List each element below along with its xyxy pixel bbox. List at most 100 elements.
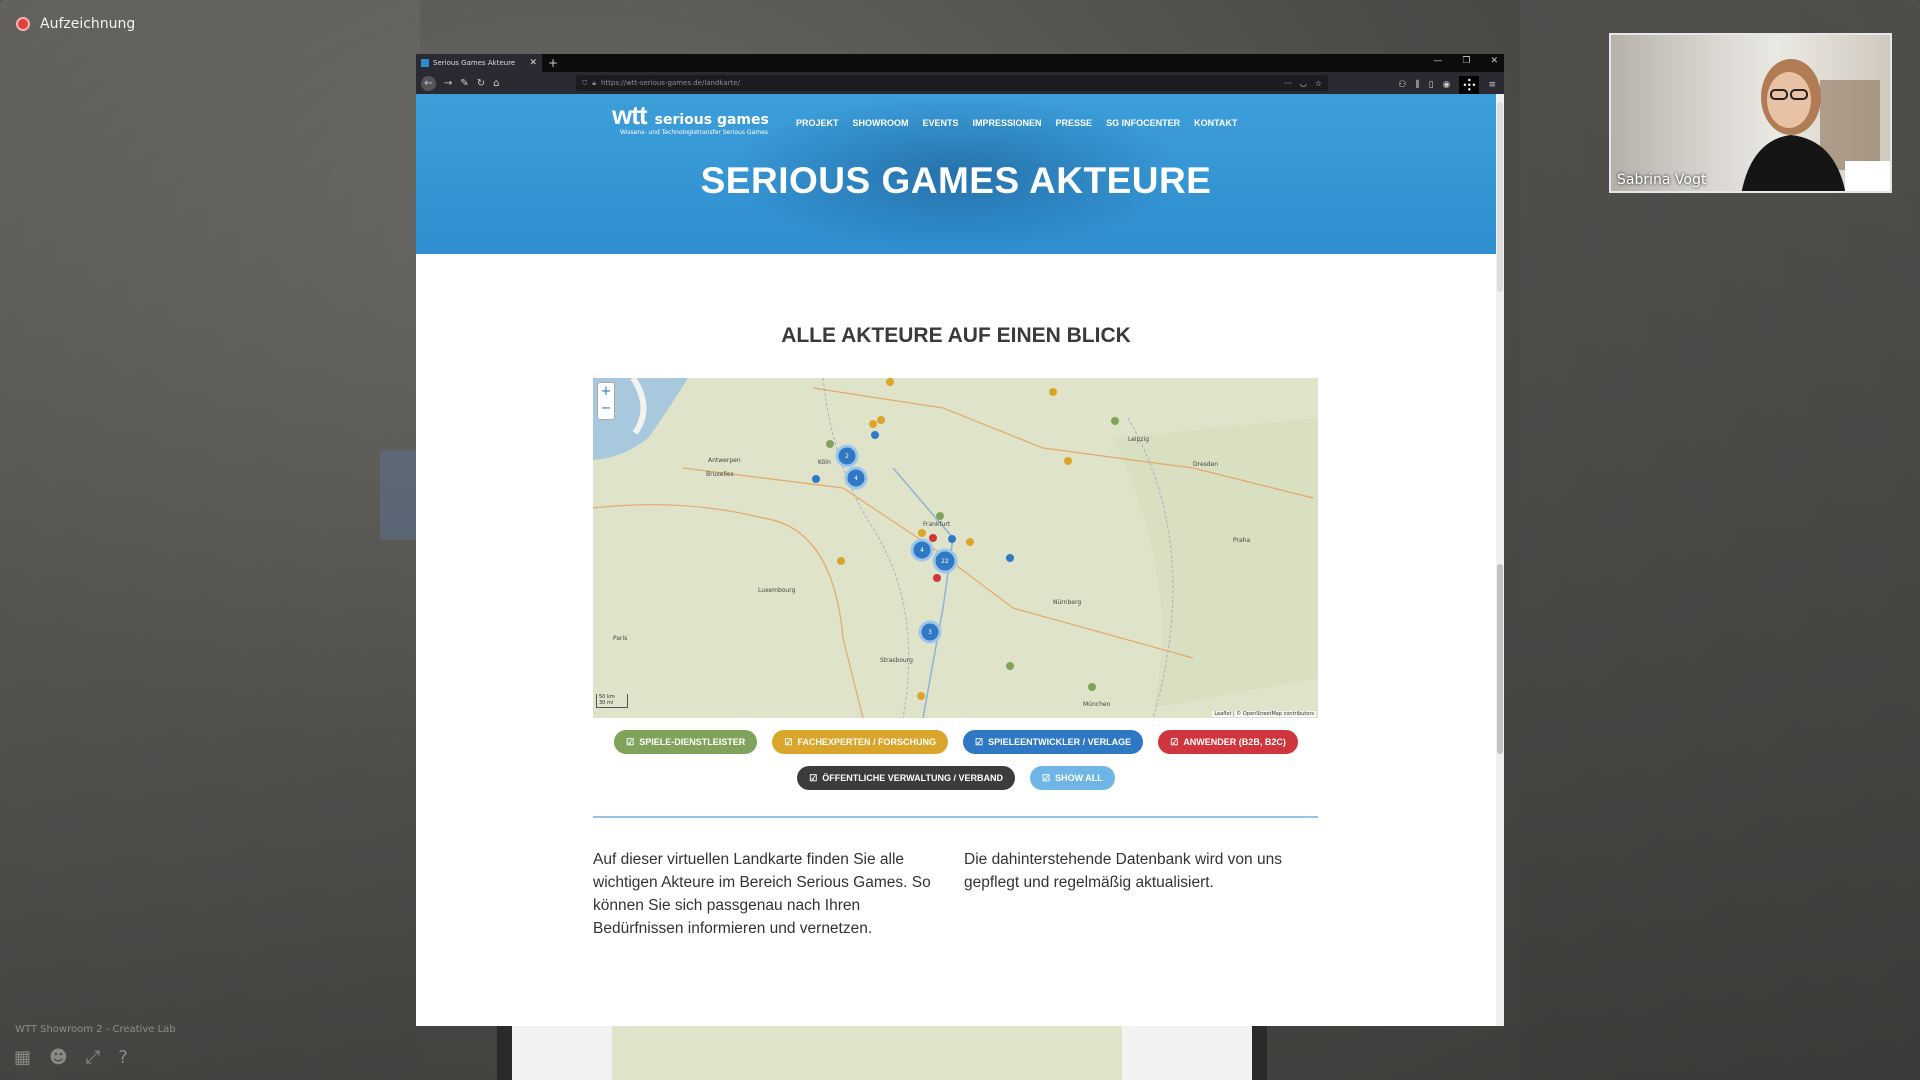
filter-fachexperten[interactable]: ☑ FACHEXPERTEN / FORSCHUNG [772, 730, 948, 754]
map-pin[interactable] [1006, 554, 1014, 562]
zoom-out-button[interactable]: − [598, 400, 614, 417]
map-pin[interactable] [812, 475, 820, 483]
city-label: Dresden [1193, 461, 1218, 468]
close-icon[interactable]: ✕ [529, 58, 537, 68]
map-pin[interactable] [917, 692, 925, 700]
map-pin[interactable] [1006, 662, 1014, 670]
window-close-icon[interactable]: ✕ [1490, 56, 1498, 66]
forward-icon[interactable]: → [444, 78, 452, 89]
room-label: WTT Showroom 2 - Creative Lab [15, 1024, 176, 1035]
menu-item-impressionen[interactable]: IMPRESSIONEN [973, 118, 1042, 128]
scrollbar-thumb[interactable] [1497, 564, 1503, 754]
map-markers [812, 378, 1119, 700]
lock-icon: 🔒︎ [592, 78, 596, 87]
filter-spieleentwickler[interactable]: ☑ SPIELEENTWICKLER / VERLAGE [963, 730, 1144, 754]
menu-item-projekt[interactable]: PROJEKT [796, 118, 839, 128]
city-label: München [1083, 701, 1111, 708]
city-label: Antwerpen [708, 457, 741, 464]
menu-item-kontakt[interactable]: KONTAKT [1194, 118, 1237, 128]
map-pin[interactable] [929, 534, 937, 542]
home-icon[interactable]: ⌂ [493, 78, 499, 89]
navigation-bar: ← → ✎ ↻ ⌂ ⛉ 🔒︎ https://wtt-serious-games… [416, 72, 1504, 94]
map-pin[interactable] [936, 512, 944, 520]
more-icon[interactable]: ··· [1284, 79, 1292, 88]
city-label: Nürnberg [1053, 599, 1081, 606]
bookmark-star-icon[interactable]: ☆ [1315, 79, 1322, 88]
map-pin[interactable] [877, 416, 885, 424]
city-label: Luxembourg [758, 587, 796, 594]
menu-item-showroom[interactable]: SHOWROOM [853, 118, 909, 128]
actor-map[interactable]: Leipzig Dresden Praha Paris Nürnberg Mün… [593, 378, 1318, 718]
map-pin[interactable] [933, 574, 941, 582]
cluster-count: 3 [928, 629, 932, 636]
cluster-count: 22 [941, 558, 949, 565]
checkbox-icon: ☑ [975, 737, 984, 747]
browser-tab[interactable]: Serious Games Akteure ✕ [416, 54, 542, 72]
pocket-icon[interactable]: ◡ [1300, 79, 1307, 88]
map-pin[interactable] [1064, 457, 1072, 465]
map-attribution[interactable]: Leaflet | © OpenStreetMap contributors [1212, 711, 1316, 717]
menu-item-sg-infocenter[interactable]: SG INFOCENTER [1106, 118, 1180, 128]
meeting-overlay-icon[interactable]: ⸭ [1459, 76, 1480, 94]
map-pin[interactable] [871, 431, 879, 439]
map-clusters: 2 4 4 3 22 [835, 444, 958, 644]
restore-icon[interactable]: ❐ [1462, 56, 1470, 66]
map-pin[interactable] [869, 420, 877, 428]
meeting-toolbar: ▦ ☻ ⤢ ? [14, 1047, 128, 1068]
city-label: Strasbourg [880, 657, 913, 664]
filter-spiele-dienstleister[interactable]: ☑ SPIELE-DIENSTLEISTER [614, 730, 758, 754]
checkbox-icon: ☑ [1042, 773, 1051, 783]
grid-icon[interactable]: ▦ [14, 1047, 31, 1068]
city-label: Paris [613, 635, 627, 642]
toolbar-right: ⚇ ⫼ ▯ ◉ ⸭ ≡ [1398, 76, 1496, 94]
shared-screen-lower [497, 1026, 1267, 1080]
site-logo[interactable]: wtt serious games Wissens- und Technolog… [612, 100, 769, 136]
map-pin[interactable] [966, 538, 974, 546]
map-pin[interactable] [918, 529, 926, 537]
participant-video[interactable]: Sabrina Vogt [1609, 33, 1892, 193]
zoom-in-button[interactable]: + [598, 383, 614, 400]
people-icon[interactable]: ☻ [49, 1047, 68, 1068]
map-pin[interactable] [886, 378, 894, 386]
window-controls: — ❐ ✕ [1433, 56, 1498, 66]
scrollbar[interactable] [1496, 94, 1504, 1026]
map-pin[interactable] [837, 557, 845, 565]
map-pin[interactable] [1088, 683, 1096, 691]
minimize-icon[interactable]: — [1433, 56, 1442, 66]
record-icon [16, 17, 30, 31]
sidebar-icon[interactable]: ▯ [1429, 80, 1434, 90]
browser-window: Serious Games Akteure ✕ + — ❐ ✕ ← → ✎ ↻ … [416, 54, 1504, 1026]
map-canvas[interactable]: Leipzig Dresden Praha Paris Nürnberg Mün… [593, 378, 1318, 718]
map-pin[interactable] [1049, 388, 1057, 396]
main-menu: PROJEKT SHOWROOM EVENTS IMPRESSIONEN PRE… [796, 118, 1237, 128]
new-tab-button[interactable]: + [548, 56, 558, 70]
fullscreen-icon[interactable]: ⤢ [86, 1047, 100, 1068]
filter-anwender[interactable]: ☑ ANWENDER (B2B, B2C) [1158, 730, 1298, 754]
tab-bar: Serious Games Akteure ✕ + — ❐ ✕ [416, 54, 1504, 72]
library-icon[interactable]: ⫼ [1416, 80, 1420, 90]
logo-serious-games: serious games [654, 112, 769, 128]
extension-icon[interactable]: ◉ [1443, 80, 1451, 90]
menu-item-events[interactable]: EVENTS [923, 118, 959, 128]
section-title: ALLE AKTEURE AUF EINEN BLICK [781, 324, 1131, 347]
cluster-count: 2 [845, 453, 849, 460]
back-icon[interactable]: ← [421, 75, 436, 91]
filter-show-all[interactable]: ☑ SHOW ALL [1030, 766, 1115, 790]
shield-icon: ⛉ [582, 78, 588, 87]
menu-item-presse[interactable]: PRESSE [1056, 118, 1093, 128]
map-pin[interactable] [948, 535, 956, 543]
filter-oeffentliche-verwaltung[interactable]: ☑ ÖFFENTLICHE VERWALTUNG / VERBAND [797, 766, 1015, 790]
help-icon[interactable]: ? [118, 1047, 128, 1068]
url-bar[interactable]: ⛉ 🔒︎ https://wtt-serious-games.de/landka… [576, 75, 1328, 91]
filter-row-1: ☑ SPIELE-DIENSTLEISTER ☑ FACHEXPERTEN / FO… [416, 730, 1496, 754]
tools-icon[interactable]: ✎ [460, 78, 468, 89]
reload-icon[interactable]: ↻ [477, 78, 485, 89]
menu-icon[interactable]: ≡ [1488, 80, 1496, 90]
map-pin[interactable] [826, 440, 834, 448]
city-label: Frankfurt [923, 521, 951, 528]
tab-title: Serious Games Akteure [433, 59, 516, 67]
map-pin[interactable] [1111, 417, 1119, 425]
logo-subtitle: Wissens- und Technologietransfer Serious… [620, 129, 768, 136]
city-label: Bruxelles [706, 471, 734, 478]
account-icon[interactable]: ⚇ [1398, 80, 1406, 90]
